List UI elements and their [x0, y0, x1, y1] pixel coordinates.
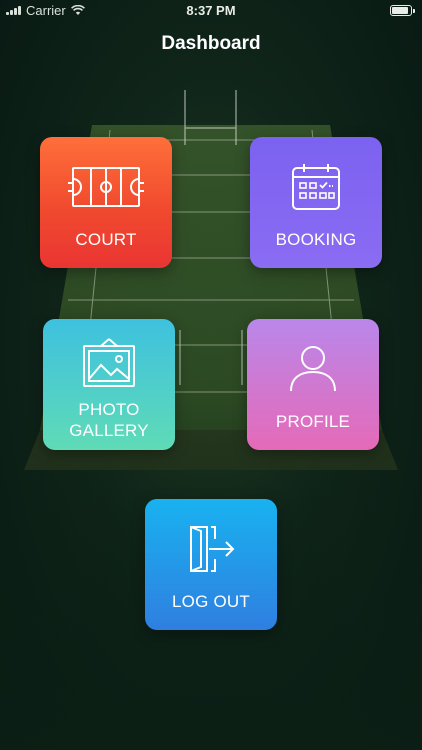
profile-button[interactable]: PROFILE — [247, 319, 379, 450]
photo-gallery-button[interactable]: PHOTO GALLERY — [43, 319, 175, 450]
status-time: 8:37 PM — [186, 3, 236, 18]
booking-button[interactable]: BOOKING — [250, 137, 382, 268]
calendar-icon — [290, 161, 342, 213]
profile-label: PROFILE — [275, 412, 351, 431]
photo-gallery-label: PHOTO GALLERY — [69, 400, 149, 440]
logout-label: LOG OUT — [172, 592, 250, 611]
page-title: Dashboard — [161, 33, 261, 54]
court-button[interactable]: COURT — [40, 137, 172, 268]
booking-label: BOOKING — [275, 230, 357, 249]
battery-icon — [390, 5, 415, 16]
logout-icon — [183, 523, 239, 575]
photo-frame-icon — [81, 337, 137, 389]
logout-button[interactable]: LOG OUT — [145, 499, 277, 630]
court-label: COURT — [75, 230, 137, 249]
user-icon — [286, 343, 340, 395]
status-bar: Carrier 8:37 PM — [0, 0, 422, 22]
court-icon — [67, 161, 145, 213]
